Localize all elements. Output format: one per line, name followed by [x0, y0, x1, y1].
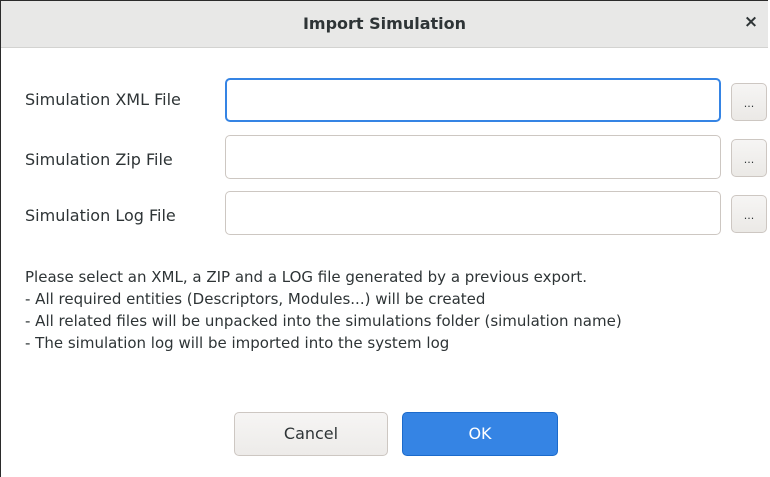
instruction-line: Please select an XML, a ZIP and a LOG fi… [25, 268, 588, 286]
dialog-titlebar[interactable]: Import Simulation × [1, 1, 768, 48]
instruction-line: - The simulation log will be imported in… [25, 334, 450, 352]
close-icon[interactable]: × [740, 11, 762, 33]
xml-file-browse-button[interactable]: ... [731, 83, 767, 121]
import-simulation-dialog: Import Simulation × Simulation XML File … [0, 0, 768, 477]
zip-file-browse-button[interactable]: ... [731, 139, 767, 177]
instruction-line: - All required entities (Descriptors, Mo… [25, 290, 486, 308]
xml-file-label: Simulation XML File [25, 90, 181, 109]
zip-file-input[interactable] [225, 135, 721, 179]
log-file-label: Simulation Log File [25, 206, 176, 225]
cancel-button[interactable]: Cancel [234, 412, 388, 456]
import-instructions: Please select an XML, a ZIP and a LOG fi… [25, 266, 622, 354]
xml-file-input[interactable] [225, 78, 721, 122]
instruction-line: - All related files will be unpacked int… [25, 312, 622, 330]
ok-button[interactable]: OK [402, 412, 558, 456]
log-file-browse-button[interactable]: ... [731, 195, 767, 233]
dialog-title: Import Simulation [302, 14, 467, 33]
zip-file-label: Simulation Zip File [25, 150, 173, 169]
log-file-input[interactable] [225, 191, 721, 235]
